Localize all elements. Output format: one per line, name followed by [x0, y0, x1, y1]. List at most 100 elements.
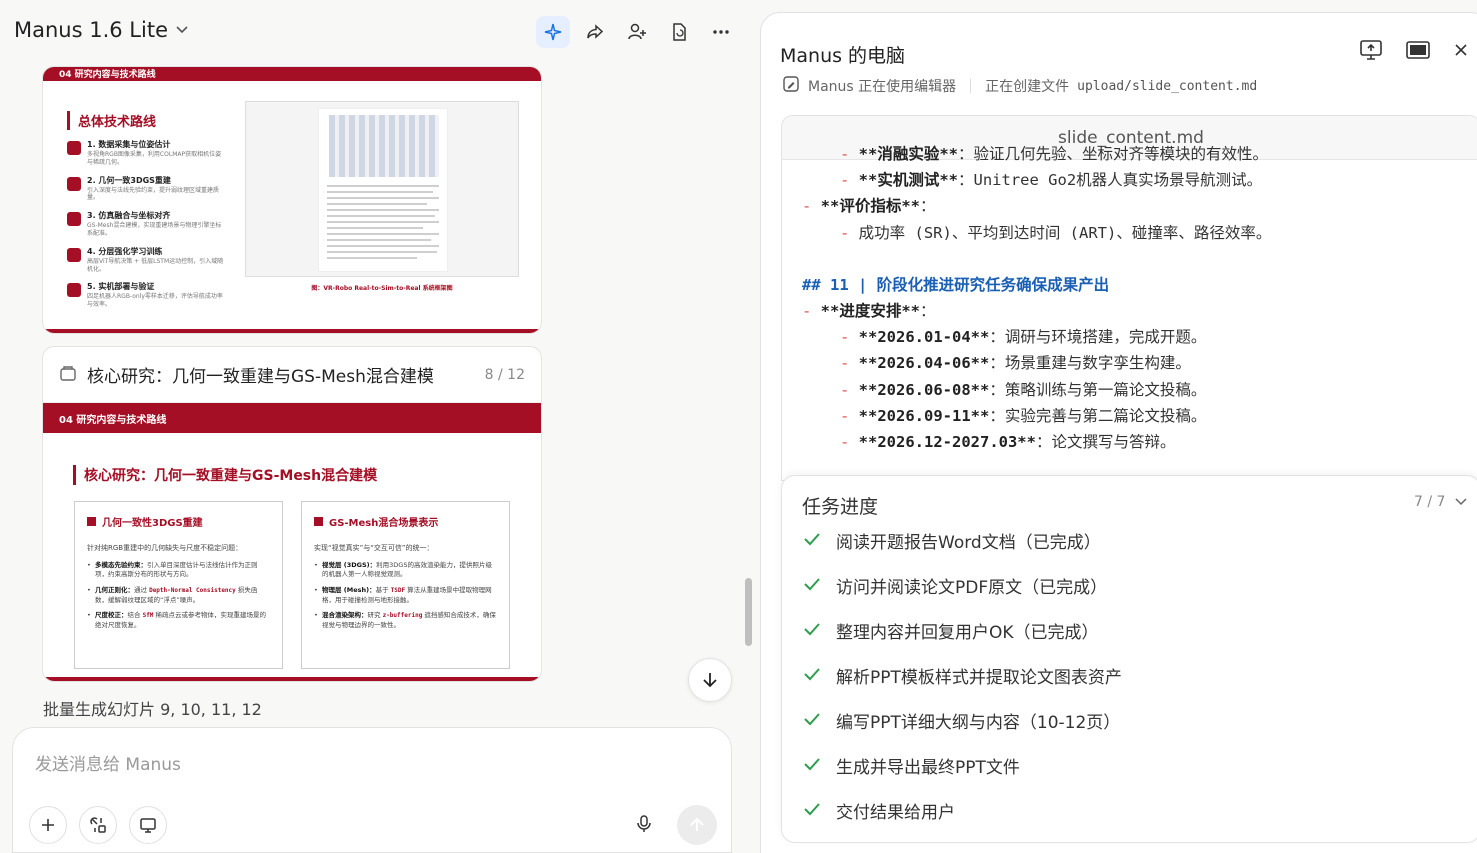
close-icon[interactable]	[1453, 42, 1469, 62]
checkmark-icon	[804, 530, 822, 551]
chat-scrollbar[interactable]	[745, 578, 752, 646]
route-step: 4. 分层强化学习训练 高层ViT导航决策 + 低层LSTM运动控制，引入域随机化…	[67, 246, 227, 274]
slide-file-icon	[59, 364, 77, 386]
task-label: 整理内容并回复用户OK（已完成）	[836, 623, 1099, 643]
list-item: 视觉层 (3DGS)：利用3DGS的高效渲染能力，提供照片级的机器人第一人称视觉…	[314, 561, 497, 580]
checkmark-icon	[804, 755, 822, 776]
task-item: 生成并导出最终PPT文件	[804, 753, 1020, 778]
list-item: 多模态先验约束：引入单目深度估计与法线估计作为正则项，约束高斯分布的形状与方向。	[87, 561, 270, 580]
box-intro: 针对纯RGB重建中的几何缺失与尺度不稳定问题：	[87, 544, 243, 552]
task-label: 交付结果给用户	[836, 803, 955, 823]
task-label: 阅读开题报告Word文档（已完成）	[836, 533, 1101, 553]
checkmark-icon	[804, 620, 822, 641]
sparkle-icon[interactable]	[536, 16, 570, 48]
sync-icon	[67, 212, 81, 227]
task-label: 生成并导出最终PPT文件	[836, 758, 1020, 778]
file-editor[interactable]: slide_content.md - **消融实验**：验证几何先验、坐标对齐等…	[781, 115, 1477, 481]
editor-line: - **2026.09-11**：实验完善与第二篇论文投稿。	[840, 406, 1207, 425]
camera-icon	[67, 141, 81, 155]
checkmark-icon	[804, 710, 822, 731]
arrow-up-icon	[690, 817, 704, 831]
action-text: 正在创建文件	[985, 79, 1070, 95]
task-progress-panel: 任务进度 7 / 7 阅读开题报告Word文档（已完成） 访问并阅读论文PDF原文…	[781, 475, 1477, 843]
chevron-down-icon	[176, 23, 188, 38]
editor-line: - **消融实验**：验证几何先验、坐标对齐等模块的有效性。	[840, 145, 1269, 163]
tools-button[interactable]	[79, 806, 117, 844]
task-label: 访问并阅读论文PDF原文（已完成）	[836, 578, 1108, 598]
tools-icon	[90, 817, 106, 833]
model-selector[interactable]: Manus 1.6 Lite	[14, 18, 188, 42]
plus-icon	[42, 819, 54, 831]
content-box-3dgs: 几何一致性3DGS重建 针对纯RGB重建中的几何缺失与尺度不稳定问题： 多模态先…	[74, 501, 283, 669]
arrow-down-icon	[703, 673, 717, 688]
scroll-down-button[interactable]	[688, 658, 732, 702]
paper-thumbnail	[318, 108, 448, 272]
slide-card-8[interactable]: 核心研究：几何一致重建与GS-Mesh混合建模 8 / 12 04 研究内容与技…	[42, 346, 542, 682]
editor-icon	[782, 75, 800, 97]
task-label: 解析PPT模板样式并提取论文图表资产	[836, 668, 1122, 688]
content-box-gs-mesh: GS-Mesh混合场景表示 实现“视觉真实”与“交互可信”的统一： 视觉层 (3…	[301, 501, 510, 669]
slide-card-title: 核心研究：几何一致重建与GS-Mesh混合建模	[87, 367, 434, 387]
message-input[interactable]: 发送消息给 Manus	[35, 750, 181, 775]
list-item: 几何正则化：通过 Depth-Normal Consistency 损失函数，缓…	[87, 586, 270, 605]
task-label: 编写PPT详细大纲与内容（10-12页）	[836, 713, 1121, 733]
robot-icon	[67, 283, 81, 298]
task-progress-toggle[interactable]: 7 / 7	[1414, 494, 1467, 510]
slide-card-header: 核心研究：几何一致重建与GS-Mesh混合建模 8 / 12	[43, 347, 541, 403]
figure-caption: 图：VR-Robo Real-to-Sim-to-Real 系统框架图	[311, 285, 453, 292]
editor-line: - **2026.01-04**：调研与环境搭建，完成开题。	[840, 328, 1207, 347]
model-name: Manus 1.6 Lite	[14, 18, 168, 42]
computer-title: Manus 的电脑	[780, 45, 906, 67]
task-count: 7 / 7	[1414, 494, 1446, 510]
route-step: 3. 仿真融合与坐标对齐 GS-Mesh混合建模，实现重建场景与物理引擎坐标系配准…	[67, 210, 227, 238]
checkmark-icon	[804, 665, 822, 686]
batch-status: 批量生成幻灯片 9, 10, 11, 12	[43, 700, 262, 719]
computer-button[interactable]	[129, 806, 167, 844]
chevron-down-icon	[1455, 498, 1467, 506]
fullscreen-icon[interactable]	[1405, 39, 1431, 65]
add-user-icon[interactable]	[620, 16, 654, 48]
box-intro: 实现“视觉真实”与“交互可信”的统一：	[314, 544, 434, 552]
editor-line: - **2026.12-2027.03**：论文撰写与答辩。	[840, 433, 1176, 451]
chat-panel: Manus 1.6 Lite 04 研究内容与技术路线 总体技术路线 1. 数据…	[0, 0, 758, 853]
list-item: 物理层 (Mesh)：基于 TSDF 算法从重建场景中提取物理网格，用于碰撞检测…	[314, 586, 497, 605]
editor-line: - **实机测试**：Unitree Go2机器人真实场景导航测试。	[840, 171, 1263, 190]
slide-heading: 核心研究：几何一致重建与GS-Mesh混合建模	[73, 465, 377, 485]
task-item: 解析PPT模板样式并提取论文图表资产	[804, 663, 1122, 688]
tool-status: Manus 正在使用编辑器 正在创建文件 upload/slide_conten…	[782, 75, 1257, 97]
route-step: 1. 数据采集与位姿估计 多视角RGB图像采集，利用COLMAP获取相机位姿与稀疏…	[67, 139, 227, 167]
slide-page-indicator: 8 / 12	[484, 366, 525, 383]
editor-line: - **2026.04-06**：场景重建与数字孪生构建。	[840, 354, 1191, 373]
route-step: 5. 实机部署与验证 四足机器人RGB-only零样本迁移，评估导航成功率与效率。	[67, 281, 227, 309]
editor-line: - 成功率 (SR)、平均到达时间 (ART)、碰撞率、路径效率。	[840, 223, 1272, 242]
slide-title: 总体技术路线	[67, 111, 156, 130]
layers-icon	[314, 517, 323, 526]
task-item: 访问并阅读论文PDF原文（已完成）	[804, 573, 1107, 598]
file-sync-icon[interactable]	[662, 16, 696, 48]
route-list: 1. 数据采集与位姿估计 多视角RGB图像采集，利用COLMAP获取相机位姿与稀疏…	[67, 139, 227, 317]
editor-line: - **2026.06-08**：策略训练与第一篇论文投稿。	[840, 380, 1207, 399]
editor-line: - **评价指标**：	[802, 197, 936, 216]
cube-icon	[87, 517, 96, 526]
task-item: 整理内容并回复用户OK（已完成）	[804, 618, 1099, 643]
chat-topbar: Manus 1.6 Lite	[0, 0, 758, 64]
more-icon[interactable]	[704, 16, 738, 48]
screen-share-icon[interactable]	[1359, 39, 1383, 65]
list-item: 尺度校正：结合 SfM 稀疏点云或参考物体，实现重建场景的绝对尺度恢复。	[87, 611, 270, 630]
editor-line: - **进度安排**：	[802, 302, 936, 320]
message-composer[interactable]: 发送消息给 Manus	[12, 727, 732, 853]
section-label: 04 研究内容与技术路线	[43, 67, 541, 81]
task-progress-title: 任务进度	[802, 496, 879, 518]
checkmark-icon	[804, 575, 822, 596]
add-button[interactable]	[29, 806, 67, 844]
share-icon[interactable]	[578, 16, 612, 48]
editor-line: ## 11 | 阶段化推进研究任务确保成果产出	[802, 275, 1110, 294]
microphone-icon[interactable]	[635, 814, 653, 838]
route-step: 2. 几何一致3DGS重建 引入深度与法线先验约束，提升弱纹理区域重建质量。	[67, 175, 227, 203]
task-item: 编写PPT详细大纲与内容（10-12页）	[804, 708, 1120, 733]
send-button[interactable]	[677, 805, 717, 845]
box-title: GS-Mesh混合场景表示	[329, 518, 439, 529]
slide-preview-7[interactable]: 04 研究内容与技术路线 总体技术路线 1. 数据采集与位姿估计 多视角RGB图像…	[42, 66, 542, 334]
list-item: 混合渲染架构：研究 z-buffering 遮挡感知合成技术，确保视觉与物理边界…	[314, 611, 497, 630]
cube-icon	[67, 176, 81, 191]
